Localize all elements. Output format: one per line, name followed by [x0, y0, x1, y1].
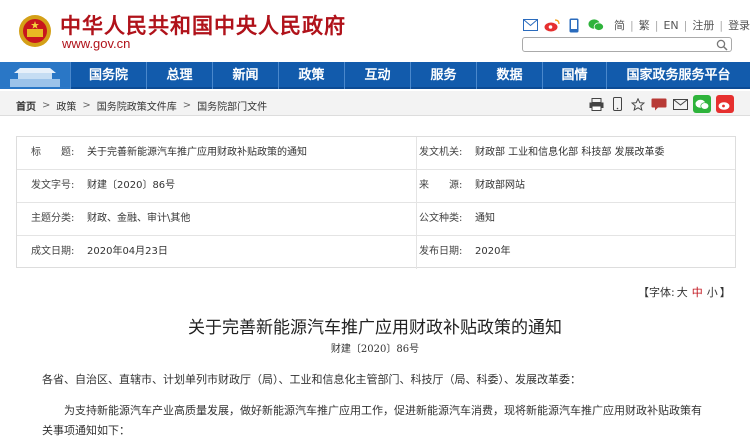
document-info-table: 标 题: 关于完善新能源汽车推广应用财政补贴政策的通知 发文机关: 财政部 工业… [16, 136, 736, 269]
nav-item-premier[interactable]: 总理 [146, 62, 212, 89]
nav-item-services[interactable]: 服务 [410, 62, 476, 89]
breadcrumb-policy-library[interactable]: 国务院政策文件库 [97, 98, 177, 113]
traditional-link[interactable]: 繁 [639, 17, 650, 33]
title-value: 关于完善新能源汽车推广应用财政补贴政策的通知 [87, 147, 307, 158]
mail-icon[interactable] [522, 17, 538, 33]
print-icon[interactable] [588, 96, 604, 112]
page-tools [588, 95, 734, 113]
main-nav: 国务院 总理 新闻 政策 互动 服务 数据 国情 国家政务服务平台 [0, 62, 750, 89]
breadcrumb-department-docs[interactable]: 国务院部门文件 [197, 98, 267, 113]
category-label: 主题分类: [31, 213, 75, 224]
doc-number-value: 财建〔2020〕86号 [87, 180, 176, 191]
font-size-close: 】 [719, 286, 731, 299]
login-link[interactable]: 登录 [728, 17, 750, 33]
top-links: 简 | 繁 | EN | 注册 | 登录 [614, 17, 750, 33]
issuer-value: 财政部 工业和信息化部 科技部 发展改革委 [475, 147, 665, 158]
font-size-small-button[interactable]: 小 [707, 286, 718, 299]
font-size-open: 【字体: [638, 286, 675, 299]
title-label: 标 题: [31, 147, 75, 158]
site-url: www.gov.cn [62, 36, 131, 51]
doc-type-label: 公文种类: [419, 213, 463, 224]
english-link[interactable]: EN [663, 19, 678, 32]
nav-item-interaction[interactable]: 互动 [344, 62, 410, 89]
written-date-value: 2020年04月23日 [87, 246, 168, 257]
nav-item-data[interactable]: 数据 [476, 62, 542, 89]
nav-item-national-info[interactable]: 国情 [542, 62, 606, 89]
mobile-view-icon[interactable] [609, 96, 625, 112]
publish-date-value: 2020年 [475, 246, 511, 257]
source-label: 来 源: [419, 180, 463, 191]
wechat-icon[interactable] [588, 17, 604, 33]
written-date-label: 成文日期: [31, 246, 75, 257]
article-body-line: 关事项通知如下： [42, 424, 130, 437]
comment-icon[interactable] [651, 96, 667, 112]
font-size-medium-button[interactable]: 中 [692, 286, 703, 299]
breadcrumb: 首页 > 政策 > 国务院政策文件库 > 国务院部门文件 [16, 98, 268, 113]
font-size-large-button[interactable]: 大 [677, 286, 688, 299]
favorite-icon[interactable] [630, 96, 646, 112]
doc-number-label: 发文字号: [31, 180, 75, 191]
weibo-share-icon[interactable] [716, 95, 734, 113]
publish-date-label: 发布日期: [419, 246, 463, 257]
doc-type-value: 通知 [475, 213, 495, 224]
source-value: 财政部网站 [475, 180, 525, 191]
top-icon-group [522, 16, 604, 34]
nav-item-news[interactable]: 新闻 [212, 62, 278, 89]
weibo-icon[interactable] [544, 17, 560, 33]
info-row: 标 题: 关于完善新能源汽车推广应用财政补贴政策的通知 发文机关: 财政部 工业… [17, 137, 735, 170]
mobile-icon[interactable] [566, 17, 582, 33]
national-emblem-icon [19, 15, 51, 47]
nav-item-state-council[interactable]: 国务院 [70, 62, 146, 89]
info-row: 发文字号: 财建〔2020〕86号 来 源: 财政部网站 [17, 170, 735, 203]
info-row: 成文日期: 2020年04月23日 发布日期: 2020年 [17, 236, 735, 269]
email-share-icon[interactable] [672, 96, 688, 112]
issuer-label: 发文机关: [419, 147, 463, 158]
breadcrumb-bar: 首页 > 政策 > 国务院政策文件库 > 国务院部门文件 [0, 91, 750, 116]
site-header: 中华人民共和国中央人民政府 www.gov.cn 简 | 繁 | EN | 注册 | 登… [0, 0, 750, 62]
breadcrumb-policy[interactable]: 政策 [56, 98, 76, 113]
font-size-switcher: 【字体: 大中小】 [638, 284, 731, 300]
tiananmen-icon [10, 68, 60, 87]
nav-building-logo [0, 62, 70, 89]
article-doc-number: 财建〔2020〕86号 [330, 344, 420, 355]
search-input[interactable] [522, 37, 732, 52]
search-icon[interactable] [716, 39, 728, 51]
simplified-link[interactable]: 简 [614, 17, 625, 33]
article-salutation: 各省、自治区、直辖市、计划单列市财政厅（局）、工业和信息化主管部门、科技厅（局、… [42, 373, 581, 386]
nav-item-policy[interactable]: 政策 [278, 62, 344, 89]
info-row: 主题分类: 财政、金融、审计\其他 公文种类: 通知 [17, 203, 735, 236]
nav-item-service-platform[interactable]: 国家政务服务平台 [606, 62, 750, 89]
category-value: 财政、金融、审计\其他 [87, 213, 191, 224]
wechat-share-icon[interactable] [693, 95, 711, 113]
breadcrumb-home[interactable]: 首页 [16, 98, 36, 113]
article-title: 关于完善新能源汽车推广应用财政补贴政策的通知 [188, 318, 562, 338]
article-body-line: 为支持新能源汽车产业高质量发展，做好新能源汽车推广应用工作，促进新能源汽车消费，… [64, 404, 702, 417]
register-link[interactable]: 注册 [692, 17, 714, 33]
